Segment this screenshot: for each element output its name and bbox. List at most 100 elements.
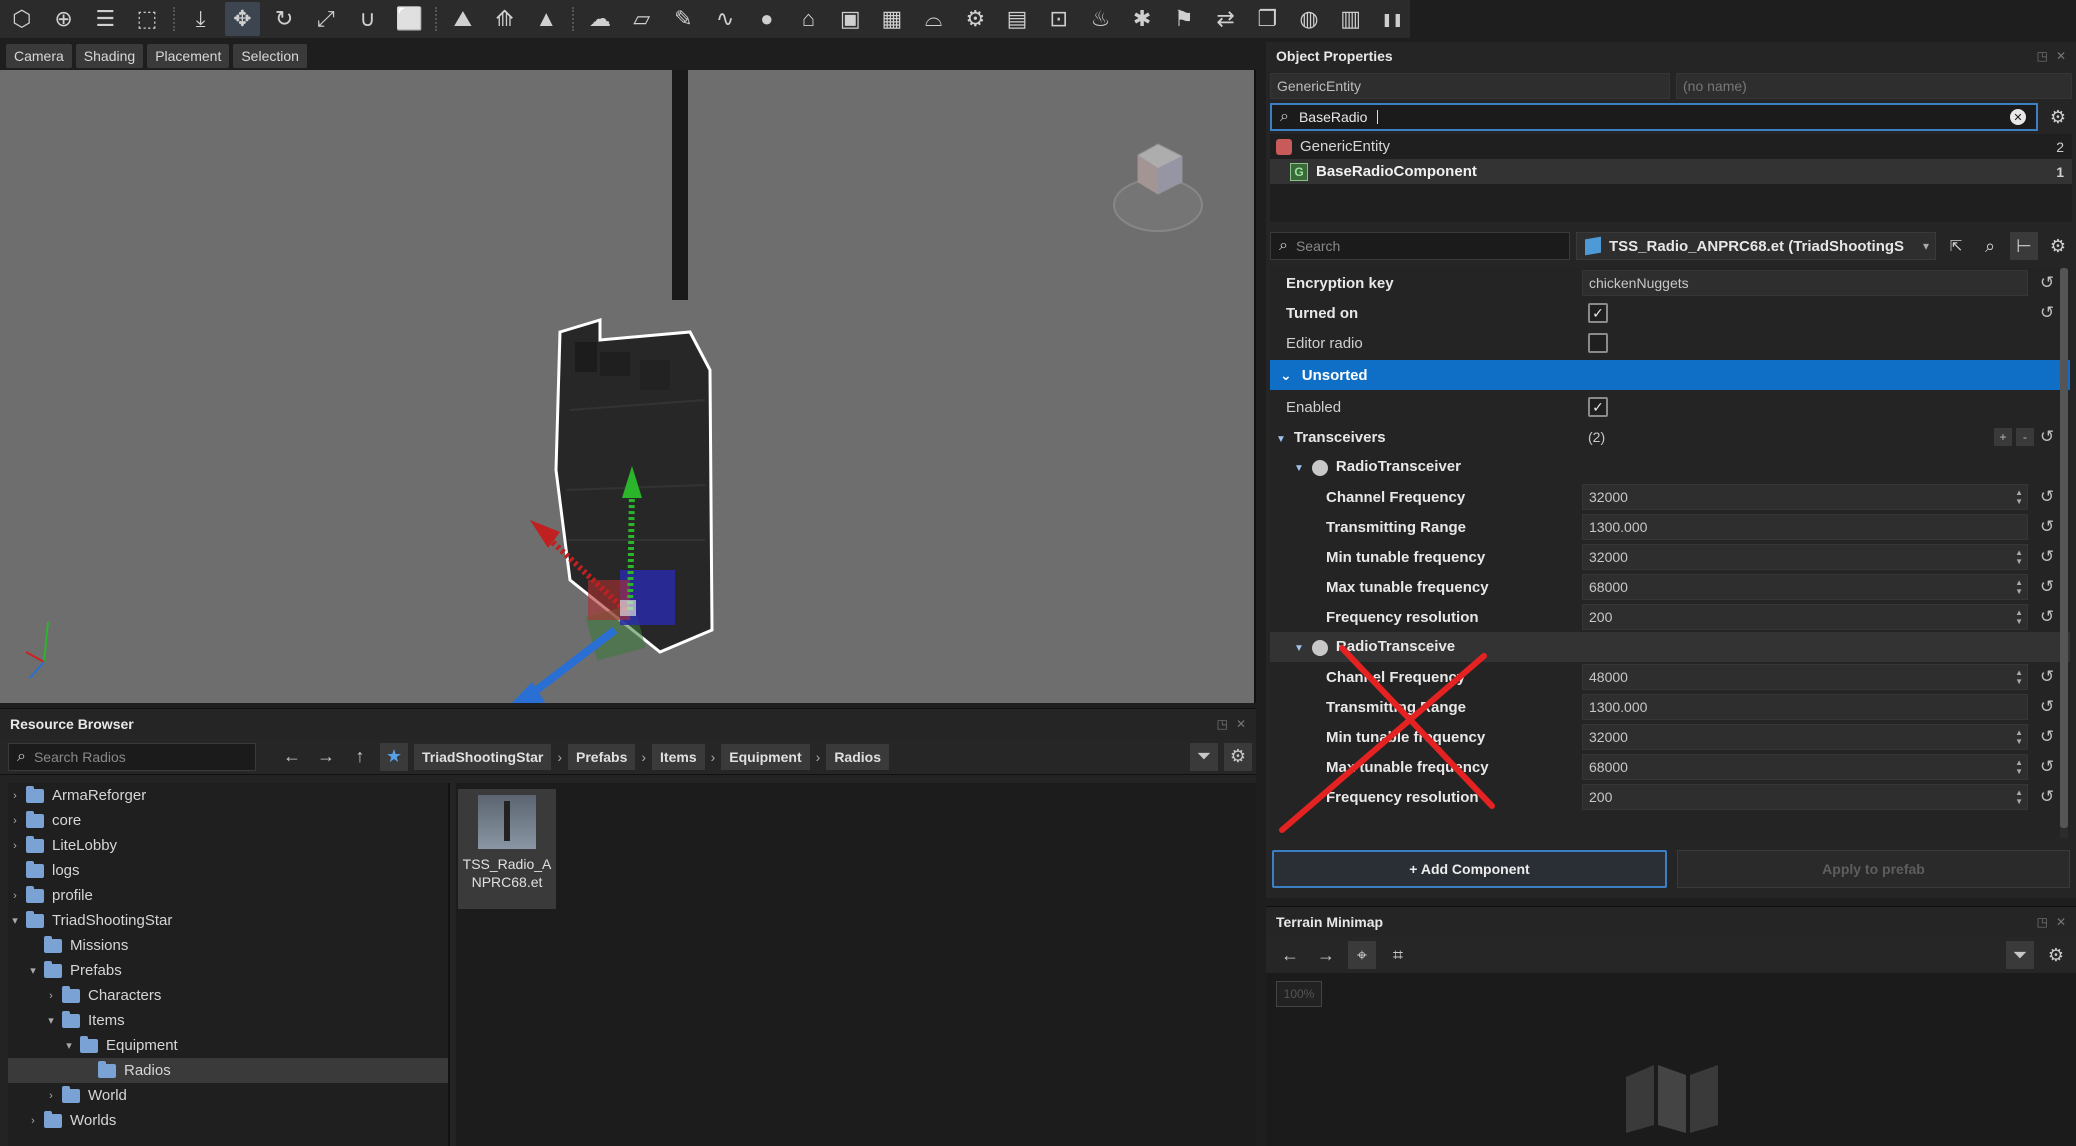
add-component-button[interactable]: + Add Component [1272,850,1667,888]
back-arrow-icon[interactable]: ← [1276,941,1304,969]
breadcrumb-item[interactable]: Radios [826,743,889,770]
reset-icon[interactable]: ↺ [2040,487,2054,507]
target-icon[interactable]: ⌖ [1348,941,1376,969]
enabled-checkbox[interactable]: ✓ [1588,397,1608,417]
expand-triangle-icon[interactable]: ▼ [1294,463,1304,474]
tree-item[interactable]: ▾ Equipment [8,1033,448,1058]
ruler-icon[interactable]: ▱ [624,2,660,36]
forward-arrow-icon[interactable]: → [312,743,340,771]
tree-item[interactable]: › Characters [8,983,448,1008]
tree-item[interactable]: › ArmaReforger [8,783,448,808]
open-external-icon[interactable]: ⇱ [1942,232,1970,260]
up-arrow-icon[interactable]: ↑ [346,743,374,771]
snap-icon[interactable]: ⤓ [183,2,219,36]
globe-icon[interactable]: ◍ [1291,2,1327,36]
reset-icon[interactable]: ↺ [2040,667,2054,687]
tree-item[interactable]: Missions [8,933,448,958]
chevron-right-icon[interactable]: › [8,890,22,902]
entity-name-field[interactable]: (no name) [1676,73,2072,99]
spinner-arrows-icon[interactable]: ▲ ▼ [2015,728,2023,746]
remove-array-item-button[interactable]: - [2016,428,2034,446]
map-icon[interactable]: ▤ [999,2,1035,36]
flag-icon[interactable]: ⚑ [1166,2,1202,36]
weather-icon[interactable]: ☁ [582,2,618,36]
prop-value-input[interactable]: 32000 ▲ ▼ [1582,544,2028,570]
close-icon[interactable]: ✕ [1236,717,1246,731]
prop-value-input[interactable]: 68000 ▲ ▼ [1582,754,2028,780]
tree-item[interactable]: › World [8,1083,448,1108]
forward-arrow-icon[interactable]: → [1312,941,1340,969]
3d-viewport[interactable] [0,70,1256,703]
expand-triangle-icon[interactable]: ▼ [1276,434,1286,445]
close-icon[interactable]: ✕ [2056,49,2066,63]
prop-value-input[interactable]: 68000 ▲ ▼ [1582,574,2028,600]
filter-icon[interactable]: ⏷ [2006,941,2034,969]
fire-icon[interactable]: ♨ [1083,2,1119,36]
spinner-arrows-icon[interactable]: ▲ ▼ [2015,578,2023,596]
swap-icon[interactable]: ⇄ [1208,2,1244,36]
reset-icon[interactable]: ↺ [2040,427,2054,447]
tree-item[interactable]: Radios [8,1058,448,1083]
prop-value-input[interactable]: 1300.000 [1582,514,2028,540]
resource-search-input[interactable]: ⌕ Search Radios [8,742,256,771]
breadcrumb-item[interactable]: Equipment [721,743,810,770]
reset-icon[interactable]: ↺ [2040,303,2054,323]
reset-icon[interactable]: ↺ [2040,757,2054,777]
filter-icon[interactable]: ⏷ [1190,742,1218,771]
reset-icon[interactable]: ↺ [2040,697,2054,717]
spline-icon[interactable]: ∿ [707,2,743,36]
tree-item[interactable]: ▾ TriadShootingStar [8,908,448,933]
bug-icon[interactable]: ✱ [1124,2,1160,36]
crop-icon[interactable]: ⌗ [1384,941,1412,969]
breadcrumb-item[interactable]: Prefabs [568,743,636,770]
chevron-right-icon[interactable]: › [44,1090,58,1102]
hierarchy-row-component[interactable]: G BaseRadioComponent 1 [1270,159,2072,184]
chevron-right-icon[interactable]: › [8,815,22,827]
blocks-icon[interactable]: ▦ [874,2,910,36]
prop-value-input[interactable]: 200 ▲ ▼ [1582,784,2028,810]
gear-icon[interactable]: ⚙ [2044,232,2072,260]
favorite-star-icon[interactable]: ★ [380,742,408,771]
clear-icon[interactable]: ✕ [2010,109,2026,125]
chevron-right-icon[interactable]: › [8,790,22,802]
gear-icon[interactable]: ⚙ [2044,103,2072,131]
sphere-icon[interactable]: ● [749,2,785,36]
tree-item[interactable]: logs [8,858,448,883]
layers-icon[interactable]: ☰ [87,2,123,36]
marquee-icon[interactable]: ⬜ [391,2,427,36]
breadcrumb-item[interactable]: TriadShootingStar [414,743,552,770]
property-search-input[interactable]: ⌕ Search [1270,232,1570,260]
close-icon[interactable]: ✕ [2056,915,2066,929]
chevron-right-icon[interactable]: › [26,1115,40,1127]
prop-value-input[interactable]: 1300.000 [1582,694,2028,720]
spinner-arrows-icon[interactable]: ▲ ▼ [2015,548,2023,566]
reset-icon[interactable]: ↺ [2040,577,2054,597]
chevron-down-icon[interactable]: ▾ [26,964,40,977]
chevron-down-icon[interactable]: ▾ [44,1014,58,1027]
spinner-arrows-icon[interactable]: ▲ ▼ [2015,608,2023,626]
select-icon[interactable]: ⬚ [129,2,165,36]
search-icon[interactable]: ⌕ [1976,232,2004,260]
prop-value-input[interactable]: 48000 ▲ ▼ [1582,664,2028,690]
viewport-menu-shading[interactable]: Shading [75,44,144,68]
scale-icon[interactable]: ⤢ [308,2,344,36]
turned-on-checkbox[interactable]: ✓ [1588,303,1608,323]
rotate-icon[interactable]: ↻ [266,2,302,36]
editor-radio-checkbox[interactable] [1588,333,1608,353]
curve-icon[interactable]: ∪ [350,2,386,36]
reset-icon[interactable]: ↺ [2040,273,2054,293]
house-icon[interactable]: ⌂ [791,2,827,36]
tree-item[interactable]: › core [8,808,448,833]
prop-value-input[interactable]: 32000 ▲ ▼ [1582,724,2028,750]
spinner-arrows-icon[interactable]: ▲ ▼ [2015,788,2023,806]
reset-icon[interactable]: ↺ [2040,607,2054,627]
reset-icon[interactable]: ↺ [2040,787,2054,807]
cube-icon[interactable]: ⬡ [4,2,40,36]
tree-item[interactable]: ▾ Prefabs [8,958,448,983]
gear-icon[interactable]: ⚙ [1224,742,1252,771]
viewport-menu-camera[interactable]: Camera [6,44,72,68]
prefabs-icon[interactable]: ▥ [1333,2,1369,36]
target-icon[interactable]: ⊕ [46,2,82,36]
gears-icon[interactable]: ⚙ [957,2,993,36]
frame-icon[interactable]: ⊡ [1041,2,1077,36]
